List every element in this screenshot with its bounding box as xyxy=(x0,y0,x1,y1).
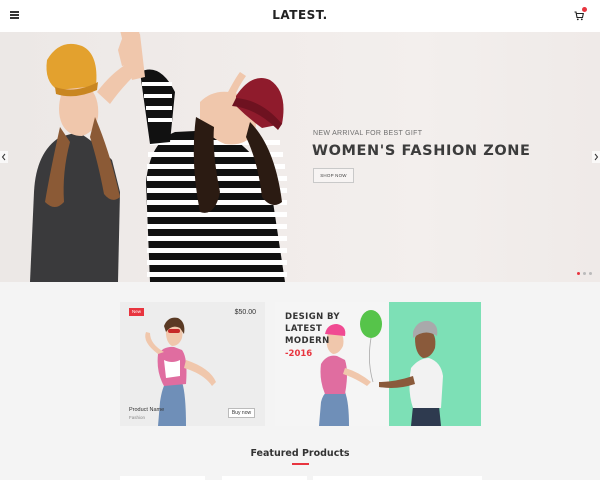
slider-dot-3[interactable] xyxy=(589,272,592,275)
promo-line-2: LATEST xyxy=(285,324,323,334)
hero-slider: NEW ARRIVAL FOR BEST GIFT WOMEN'S FASHIO… xyxy=(0,32,600,282)
hero-subtitle: NEW ARRIVAL FOR BEST GIFT xyxy=(313,130,423,137)
shopping-cart-icon[interactable] xyxy=(574,7,588,23)
promo-line-1: DESIGN BY xyxy=(285,312,340,322)
chevron-left-icon[interactable] xyxy=(0,150,8,163)
slider-dot-1[interactable] xyxy=(577,272,580,275)
slider-dot-2[interactable] xyxy=(583,272,586,275)
promo-banner[interactable]: DESIGN BY LATEST MODERN -2016 xyxy=(275,302,481,426)
product-price: $50.00 xyxy=(234,309,256,316)
cart-count-badge xyxy=(582,7,587,12)
promo-line-3: MODERN xyxy=(285,336,330,346)
featured-product-card[interactable] xyxy=(313,476,398,480)
featured-products-heading: Featured Products xyxy=(250,448,350,459)
featured-product-card[interactable] xyxy=(222,476,307,480)
chevron-right-icon[interactable] xyxy=(592,150,600,163)
featured-product-card[interactable] xyxy=(397,476,482,480)
featured-product-card[interactable] xyxy=(120,476,205,480)
product-category: Fashion xyxy=(129,415,146,420)
top-navigation-bar: LATEST. xyxy=(0,0,600,32)
shop-now-button[interactable]: SHOP NOW xyxy=(313,168,354,183)
brand-logo[interactable]: LATEST. xyxy=(0,8,600,22)
heading-underline xyxy=(292,463,309,465)
new-badge: New xyxy=(129,308,144,316)
buy-now-button[interactable]: Buy now xyxy=(228,408,255,418)
product-name[interactable]: Product Name xyxy=(129,407,164,413)
hero-title: WOMEN'S FASHION ZONE xyxy=(312,143,531,159)
promo-year: -2016 xyxy=(285,349,313,359)
